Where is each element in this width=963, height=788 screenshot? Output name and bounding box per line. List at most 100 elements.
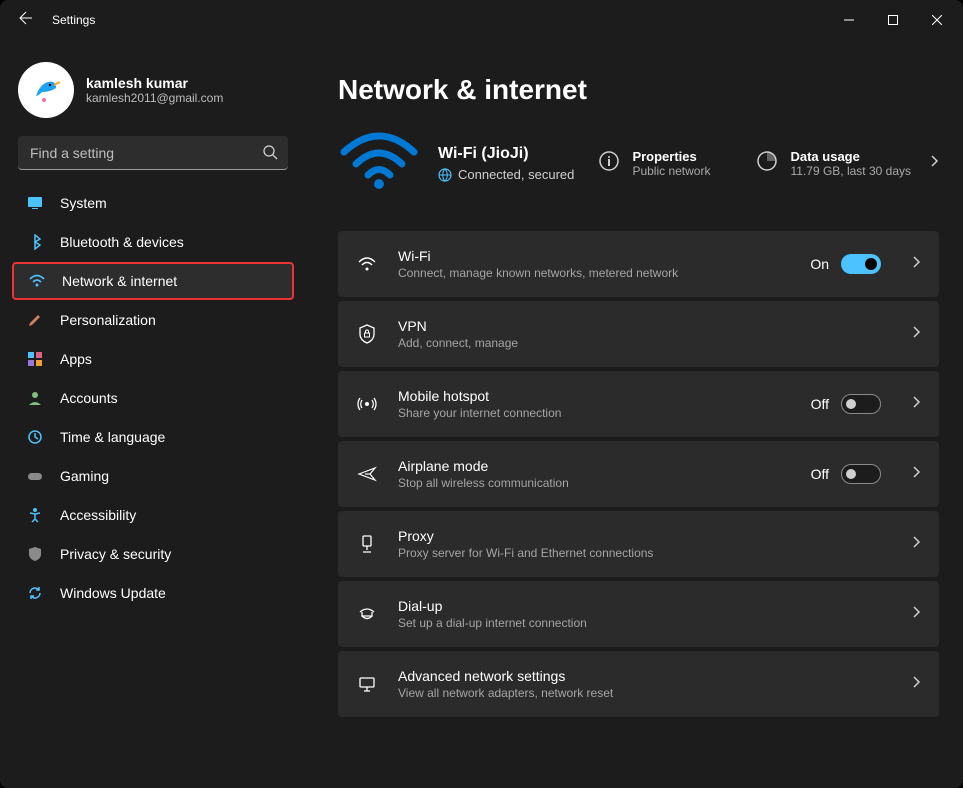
card-title: Proxy — [398, 528, 881, 544]
chevron-right-icon — [911, 325, 921, 344]
card-dialup[interactable]: Dial-upSet up a dial-up internet connect… — [338, 581, 939, 647]
card-title: Airplane mode — [398, 458, 791, 474]
card-airplane[interactable]: Airplane modeStop all wireless communica… — [338, 441, 939, 507]
apps-icon — [26, 350, 44, 368]
card-vpn[interactable]: VPN Add, connect, manage — [338, 301, 939, 367]
sidebar-item-bluetooth[interactable]: Bluetooth & devices — [12, 223, 294, 261]
profile-email: kamlesh2011@gmail.com — [86, 91, 223, 105]
wifi-icon — [356, 254, 378, 274]
card-sub: Proxy server for Wi-Fi and Ethernet conn… — [398, 546, 881, 560]
card-title: Advanced network settings — [398, 668, 881, 684]
card-title: Dial-up — [398, 598, 881, 614]
card-title: Wi-Fi — [398, 248, 790, 264]
wifi-toggle[interactable] — [841, 254, 881, 274]
data-usage-icon — [756, 150, 778, 177]
usage-sub: 11.79 GB, last 30 days — [790, 164, 911, 178]
clock-icon — [26, 428, 44, 446]
search-icon — [262, 144, 278, 165]
sidebar-item-network[interactable]: Network & internet — [12, 262, 294, 300]
profile-name: kamlesh kumar — [86, 75, 223, 91]
card-sub: Add, connect, manage — [398, 336, 881, 350]
main-panel: Network & internet Wi-Fi (JioJi) Connect… — [300, 40, 963, 788]
sidebar-item-label: Bluetooth & devices — [60, 234, 184, 250]
sidebar-item-privacy[interactable]: Privacy & security — [12, 535, 294, 573]
close-button[interactable] — [915, 5, 959, 35]
wifi-status[interactable]: Wi-Fi (JioJi) Connected, secured — [438, 145, 574, 182]
properties-chip[interactable]: Properties Public network — [598, 149, 710, 178]
display-icon — [26, 194, 44, 212]
sidebar-item-label: Accessibility — [60, 507, 136, 523]
sidebar-item-time[interactable]: Time & language — [12, 418, 294, 456]
card-sub: View all network adapters, network reset — [398, 686, 881, 700]
toggle-label: Off — [811, 396, 829, 412]
sidebar-item-label: Accounts — [60, 390, 118, 406]
sidebar-item-label: Network & internet — [62, 273, 177, 289]
chevron-right-icon — [911, 395, 921, 414]
maximize-button[interactable] — [871, 5, 915, 35]
card-sub: Share your internet connection — [398, 406, 791, 420]
update-icon — [26, 584, 44, 602]
accessibility-icon — [26, 506, 44, 524]
card-proxy[interactable]: Proxy Proxy server for Wi-Fi and Ethernet… — [338, 511, 939, 577]
proxy-icon — [356, 534, 378, 554]
sidebar: kamlesh kumar kamlesh2011@gmail.com Syst… — [0, 40, 300, 788]
hotspot-icon — [356, 394, 378, 414]
data-usage-chip[interactable]: Data usage 11.79 GB, last 30 days — [756, 149, 939, 178]
info-icon — [598, 150, 620, 177]
sidebar-item-label: Gaming — [60, 468, 109, 484]
chevron-right-icon — [911, 605, 921, 624]
person-icon — [26, 389, 44, 407]
properties-title: Properties — [632, 149, 710, 164]
profile-block[interactable]: kamlesh kumar kamlesh2011@gmail.com — [10, 52, 296, 136]
sidebar-item-system[interactable]: System — [12, 184, 294, 222]
properties-sub: Public network — [632, 164, 710, 178]
search-container — [18, 136, 288, 170]
bluetooth-icon — [26, 233, 44, 251]
sidebar-item-personalization[interactable]: Personalization — [12, 301, 294, 339]
card-title: VPN — [398, 318, 881, 334]
wifi-icon — [28, 272, 46, 290]
sidebar-item-update[interactable]: Windows Update — [12, 574, 294, 612]
status-row: Wi-Fi (JioJi) Connected, secured Propert… — [338, 132, 939, 195]
brush-icon — [26, 311, 44, 329]
settings-cards: Wi-Fi Connect, manage known networks, met… — [338, 231, 939, 717]
card-wifi[interactable]: Wi-Fi Connect, manage known networks, met… — [338, 231, 939, 297]
sidebar-item-label: System — [60, 195, 107, 211]
card-title: Mobile hotspot — [398, 388, 791, 404]
avatar — [18, 62, 74, 118]
toggle-label: On — [810, 256, 829, 272]
dialup-icon — [356, 604, 378, 624]
sidebar-item-label: Apps — [60, 351, 92, 367]
card-hotspot[interactable]: Mobile hotspot Share your internet connec… — [338, 371, 939, 437]
back-button[interactable] — [4, 10, 44, 31]
sidebar-item-label: Personalization — [60, 312, 156, 328]
chevron-right-icon — [911, 535, 921, 554]
sidebar-item-accounts[interactable]: Accounts — [12, 379, 294, 417]
card-sub: Connect, manage known networks, metered … — [398, 266, 790, 280]
shield-icon — [26, 545, 44, 563]
wifi-ssid: Wi-Fi (JioJi) — [438, 145, 574, 163]
sidebar-item-gaming[interactable]: Gaming — [12, 457, 294, 495]
sidebar-item-apps[interactable]: Apps — [12, 340, 294, 378]
titlebar: Settings — [0, 0, 963, 40]
globe-icon — [438, 168, 452, 182]
window-title: Settings — [44, 13, 95, 27]
search-input[interactable] — [18, 136, 288, 170]
chevron-right-icon — [911, 465, 921, 484]
chevron-right-icon — [911, 675, 921, 694]
shield-lock-icon — [356, 324, 378, 344]
card-advanced[interactable]: Advanced network settings View all networ… — [338, 651, 939, 717]
network-adapter-icon — [356, 674, 378, 694]
wifi-large-icon — [340, 132, 418, 195]
airplane-toggle[interactable] — [841, 464, 881, 484]
nav-list: System Bluetooth & devices Network & int… — [10, 184, 296, 612]
airplane-icon — [356, 464, 378, 484]
sidebar-item-label: Privacy & security — [60, 546, 171, 562]
minimize-button[interactable] — [827, 5, 871, 35]
hotspot-toggle[interactable] — [841, 394, 881, 414]
toggle-label: Off — [811, 466, 829, 482]
sidebar-item-label: Time & language — [60, 429, 165, 445]
usage-title: Data usage — [790, 149, 911, 164]
sidebar-item-accessibility[interactable]: Accessibility — [12, 496, 294, 534]
chevron-right-icon — [929, 154, 939, 173]
